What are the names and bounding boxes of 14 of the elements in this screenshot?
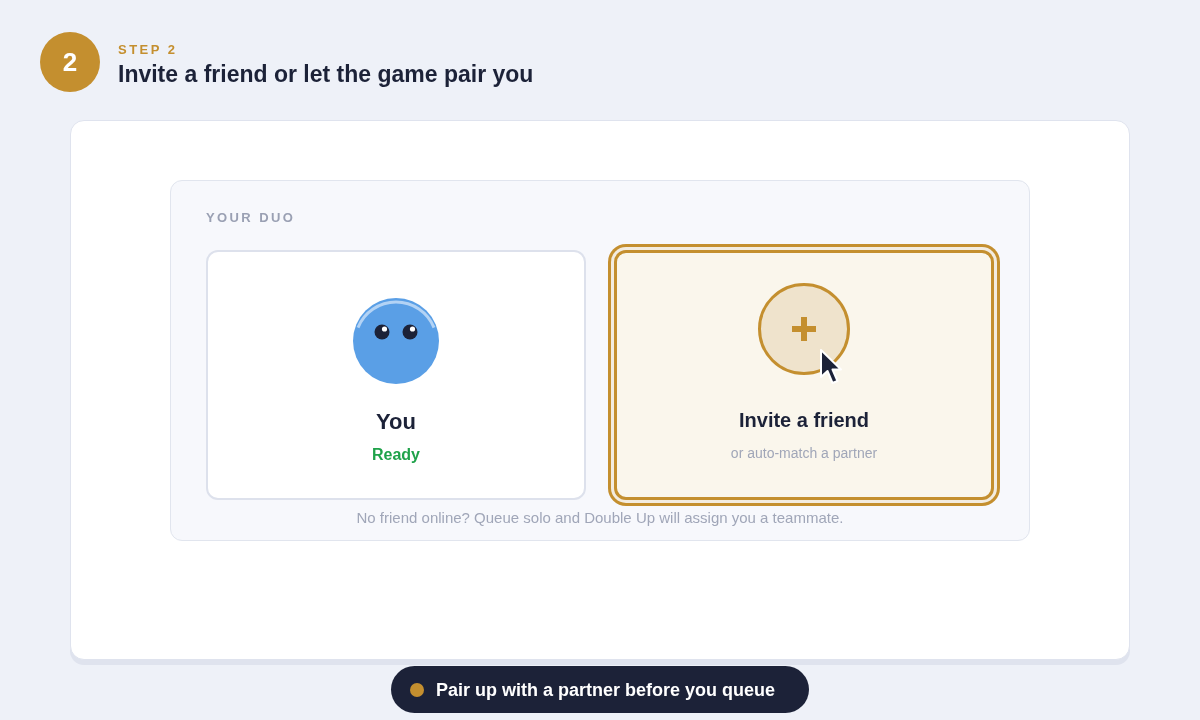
invite-title: Invite a friend — [739, 408, 869, 432]
blob-avatar-icon — [352, 297, 440, 385]
hint-text: No friend online? Queue solo and Double Up will assign you a teammate. — [356, 508, 844, 528]
banner-text: Pair up with a partner before you queue — [435, 678, 776, 701]
step-label: STEP 2 — [118, 42, 179, 58]
panel-heading: YOUR DUO — [206, 210, 296, 226]
plus-icon — [758, 283, 850, 375]
step-title: Invite a friend or let the game pair you — [118, 60, 534, 88]
player-status: Ready — [372, 445, 420, 465]
invite-subtitle: or auto-match a partner — [730, 444, 878, 462]
cursor-icon — [819, 348, 843, 386]
player-name: You — [376, 409, 416, 435]
step-number-badge: 2 — [40, 32, 100, 92]
status-dot-icon — [409, 682, 424, 697]
